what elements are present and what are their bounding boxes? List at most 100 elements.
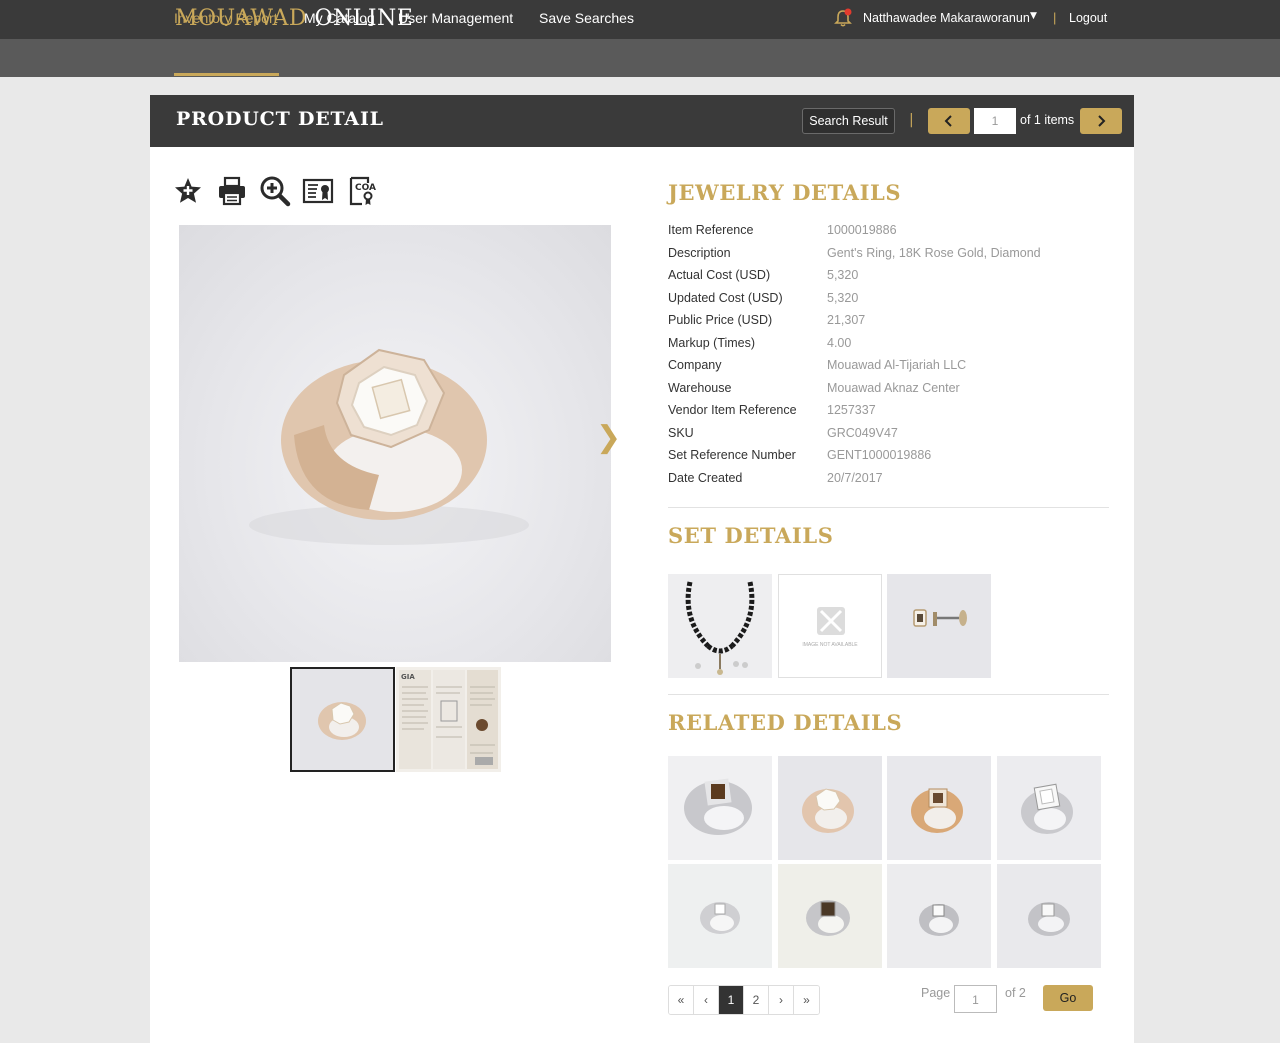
ring-thumbnail xyxy=(292,669,393,770)
detail-label: Description xyxy=(668,246,731,260)
svg-text:COA: COA xyxy=(355,183,376,193)
next-item-button[interactable] xyxy=(1080,108,1122,134)
detail-row: Company Mouawad Al-Tijariah LLC xyxy=(668,358,1108,378)
username-menu[interactable]: Natthawadee Makaraworanun xyxy=(863,11,1030,25)
pagination: « ‹ 1 2 › » xyxy=(668,985,820,1015)
detail-row: Warehouse Mouawad Aknaz Center xyxy=(668,381,1108,401)
detail-row: Updated Cost (USD) 5,320 xyxy=(668,291,1108,311)
detail-row: Date Created 20/7/2017 xyxy=(668,471,1108,491)
detail-row: Public Price (USD) 21,307 xyxy=(668,313,1108,333)
main-nav xyxy=(0,39,1280,77)
detail-value: GENT1000019886 xyxy=(827,448,932,462)
next-page-button[interactable]: › xyxy=(769,986,794,1014)
chevron-right-icon xyxy=(1098,115,1106,127)
detail-label: Markup (Times) xyxy=(668,336,756,350)
detail-label: SKU xyxy=(668,426,694,440)
header-divider: | xyxy=(909,112,914,128)
go-button[interactable]: Go xyxy=(1043,985,1093,1011)
detail-row: Item Reference 1000019886 xyxy=(668,223,1108,243)
detail-value: Mouawad Al-Tijariah LLC xyxy=(827,358,967,372)
cufflinks-image xyxy=(887,574,991,678)
set-item-necklace[interactable] xyxy=(668,574,772,678)
detail-label: Warehouse xyxy=(668,381,732,395)
detail-value: 1257337 xyxy=(827,403,876,417)
first-page-button[interactable]: « xyxy=(669,986,694,1014)
item-page-input[interactable]: 1 xyxy=(974,108,1016,134)
detail-row: Vendor Item Reference 1257337 xyxy=(668,403,1108,423)
set-item-cufflinks[interactable] xyxy=(887,574,991,678)
ring-image xyxy=(887,756,991,860)
detail-value: 4.00 xyxy=(827,336,852,350)
related-item[interactable] xyxy=(997,756,1101,860)
necklace-image xyxy=(668,574,772,678)
detail-value: Gent's Ring, 18K Rose Gold, Diamond xyxy=(827,246,1041,260)
image-thumbnail-ring[interactable] xyxy=(290,667,395,772)
nav-save-searches[interactable]: Save Searches xyxy=(539,10,634,26)
detail-value: 1000019886 xyxy=(827,223,897,237)
certificate-icon[interactable] xyxy=(302,175,334,207)
related-item[interactable] xyxy=(668,756,772,860)
detail-label: Item Reference xyxy=(668,223,754,237)
last-page-button[interactable]: » xyxy=(794,986,819,1014)
print-icon[interactable] xyxy=(216,175,248,207)
prev-page-button[interactable]: ‹ xyxy=(694,986,719,1014)
image-not-available-icon xyxy=(779,575,881,677)
main-product-image[interactable] xyxy=(179,225,611,662)
related-details-title: RELATED DETAILS xyxy=(668,710,903,735)
related-item[interactable] xyxy=(778,864,882,968)
active-nav-indicator xyxy=(174,73,279,76)
set-item-unavailable[interactable]: IMAGE NOT AVAILABLE xyxy=(778,574,882,678)
nav-inventory-report[interactable]: Inventory Report xyxy=(174,10,278,26)
detail-label: Public Price (USD) xyxy=(668,313,773,327)
page-1-button[interactable]: 1 xyxy=(719,986,744,1014)
detail-row: Description Gent's Ring, 18K Rose Gold, … xyxy=(668,246,1108,266)
ring-image xyxy=(778,864,882,968)
nav-my-catalog[interactable]: My Catalog xyxy=(304,10,375,26)
set-details-title: SET DETAILS xyxy=(668,523,834,548)
item-count-label: of 1 items xyxy=(1020,113,1075,127)
ring-image xyxy=(997,756,1101,860)
chevron-down-icon[interactable]: ▼ xyxy=(1030,11,1037,21)
detail-value: 20/7/2017 xyxy=(827,471,883,485)
detail-label: Actual Cost (USD) xyxy=(668,268,771,282)
detail-value: GRC049V47 xyxy=(827,426,898,440)
image-thumbnail-certificate[interactable]: GIA xyxy=(396,667,501,772)
related-item[interactable] xyxy=(668,864,772,968)
detail-value: 21,307 xyxy=(827,313,866,327)
nav-user-management[interactable]: User Management xyxy=(398,10,513,26)
chevron-left-icon xyxy=(944,115,952,127)
related-item[interactable] xyxy=(778,756,882,860)
certificate-thumbnail: GIA xyxy=(396,667,501,772)
notification-bell-icon[interactable] xyxy=(834,8,852,28)
page-total-label: of 2 xyxy=(1005,986,1026,1000)
logout-link[interactable]: Logout xyxy=(1069,11,1107,25)
search-result-button[interactable]: Search Result xyxy=(802,108,895,134)
detail-row: Actual Cost (USD) 5,320 xyxy=(668,268,1108,288)
detail-value: Mouawad Aknaz Center xyxy=(827,381,960,395)
favorite-star-icon[interactable] xyxy=(172,175,204,207)
page-2-button[interactable]: 2 xyxy=(744,986,769,1014)
related-item[interactable] xyxy=(887,756,991,860)
detail-row: Markup (Times) 4.00 xyxy=(668,336,1108,356)
detail-value: 5,320 xyxy=(827,291,859,305)
image-not-available-label: IMAGE NOT AVAILABLE xyxy=(802,642,858,648)
detail-row: Set Reference Number GENT1000019886 xyxy=(668,448,1108,468)
svg-text:GIA: GIA xyxy=(401,673,415,681)
ring-image xyxy=(668,864,772,968)
detail-label: Company xyxy=(668,358,722,372)
section-divider xyxy=(668,507,1109,508)
zoom-in-icon[interactable] xyxy=(259,175,291,207)
coa-icon[interactable]: COA xyxy=(348,175,380,207)
page-number-input[interactable]: 1 xyxy=(954,985,997,1013)
related-item[interactable] xyxy=(887,864,991,968)
next-image-arrow[interactable]: ❯ xyxy=(596,420,621,455)
header-separator: | xyxy=(1053,10,1057,25)
detail-label: Updated Cost (USD) xyxy=(668,291,783,305)
page-label: Page xyxy=(921,986,951,1000)
related-item[interactable] xyxy=(997,864,1101,968)
ring-image xyxy=(887,864,991,968)
section-divider xyxy=(668,694,1109,695)
ring-image xyxy=(249,348,529,545)
ring-image xyxy=(668,756,772,860)
prev-item-button[interactable] xyxy=(928,108,970,134)
